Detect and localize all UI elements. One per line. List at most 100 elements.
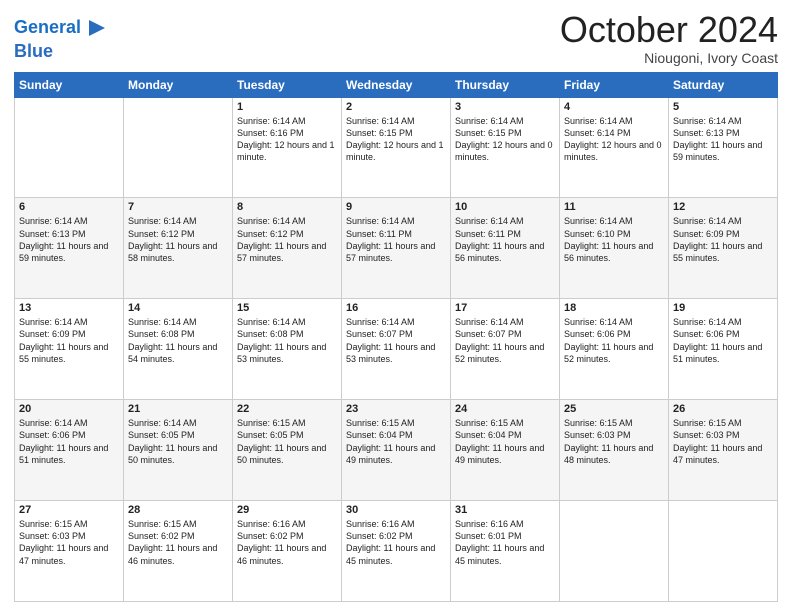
day-info: Sunrise: 6:16 AMSunset: 6:02 PMDaylight:… [237,518,337,567]
day-info: Sunrise: 6:15 AMSunset: 6:04 PMDaylight:… [346,417,446,466]
day-number: 17 [455,302,555,314]
day-info: Sunrise: 6:14 AMSunset: 6:11 PMDaylight:… [346,215,446,264]
day-number: 15 [237,302,337,314]
day-info: Sunrise: 6:14 AMSunset: 6:13 PMDaylight:… [673,115,773,164]
calendar-week-row: 13Sunrise: 6:14 AMSunset: 6:09 PMDayligh… [15,299,778,400]
day-number: 8 [237,201,337,213]
day-info: Sunrise: 6:14 AMSunset: 6:12 PMDaylight:… [237,215,337,264]
calendar-cell: 3 Sunrise: 6:14 AMSunset: 6:15 PMDaylight… [451,97,560,198]
calendar-cell: 25 Sunrise: 6:15 AMSunset: 6:03 PMDayligh… [560,400,669,501]
calendar-cell: 30 Sunrise: 6:16 AMSunset: 6:02 PMDayligh… [342,501,451,602]
day-number: 2 [346,101,446,113]
calendar-week-row: 27Sunrise: 6:15 AMSunset: 6:03 PMDayligh… [15,501,778,602]
calendar-cell: 13Sunrise: 6:14 AMSunset: 6:09 PMDayligh… [15,299,124,400]
calendar-cell: 8 Sunrise: 6:14 AMSunset: 6:12 PMDaylight… [233,198,342,299]
day-number: 1 [237,101,337,113]
day-number: 4 [564,101,664,113]
day-number: 26 [673,403,773,415]
day-info: Sunrise: 6:14 AMSunset: 6:11 PMDaylight:… [455,215,555,264]
calendar-cell: 11 Sunrise: 6:14 AMSunset: 6:10 PMDayligh… [560,198,669,299]
day-info: Sunrise: 6:14 AMSunset: 6:09 PMDaylight:… [19,316,119,365]
calendar-week-row: 6 Sunrise: 6:14 AMSunset: 6:13 PMDaylight… [15,198,778,299]
day-number: 10 [455,201,555,213]
day-number: 21 [128,403,228,415]
calendar-cell: 24 Sunrise: 6:15 AMSunset: 6:04 PMDayligh… [451,400,560,501]
day-number: 9 [346,201,446,213]
day-info: Sunrise: 6:16 AMSunset: 6:02 PMDaylight:… [346,518,446,567]
day-number: 3 [455,101,555,113]
calendar-cell [124,97,233,198]
calendar-cell: 10 Sunrise: 6:14 AMSunset: 6:11 PMDayligh… [451,198,560,299]
calendar-cell: 19 Sunrise: 6:14 AMSunset: 6:06 PMDayligh… [669,299,778,400]
day-info: Sunrise: 6:14 AMSunset: 6:15 PMDaylight:… [346,115,446,164]
calendar-cell: 29 Sunrise: 6:16 AMSunset: 6:02 PMDayligh… [233,501,342,602]
day-number: 12 [673,201,773,213]
day-number: 19 [673,302,773,314]
calendar-cell: 15 Sunrise: 6:14 AMSunset: 6:08 PMDayligh… [233,299,342,400]
day-info: Sunrise: 6:14 AMSunset: 6:14 PMDaylight:… [564,115,664,164]
month-title: October 2024 [560,10,778,50]
day-number: 16 [346,302,446,314]
day-number: 30 [346,504,446,516]
weekday-header: Wednesday [342,72,451,97]
logo-text: General [14,18,81,38]
day-number: 7 [128,201,228,213]
calendar-cell: 16Sunrise: 6:14 AMSunset: 6:07 PMDayligh… [342,299,451,400]
day-info: Sunrise: 6:15 AMSunset: 6:03 PMDaylight:… [564,417,664,466]
calendar-cell: 14Sunrise: 6:14 AMSunset: 6:08 PMDayligh… [124,299,233,400]
day-number: 6 [19,201,119,213]
calendar-cell: 2 Sunrise: 6:14 AMSunset: 6:15 PMDaylight… [342,97,451,198]
header: General Blue October 2024 Niougoni, Ivor… [14,10,778,66]
calendar-week-row: 20Sunrise: 6:14 AMSunset: 6:06 PMDayligh… [15,400,778,501]
calendar-cell: 20Sunrise: 6:14 AMSunset: 6:06 PMDayligh… [15,400,124,501]
day-number: 18 [564,302,664,314]
day-info: Sunrise: 6:14 AMSunset: 6:16 PMDaylight:… [237,115,337,164]
day-number: 11 [564,201,664,213]
day-number: 29 [237,504,337,516]
day-info: Sunrise: 6:14 AMSunset: 6:13 PMDaylight:… [19,215,119,264]
weekday-header: Sunday [15,72,124,97]
calendar-cell: 28Sunrise: 6:15 AMSunset: 6:02 PMDayligh… [124,501,233,602]
day-info: Sunrise: 6:15 AMSunset: 6:03 PMDaylight:… [19,518,119,567]
calendar-cell: 9 Sunrise: 6:14 AMSunset: 6:11 PMDaylight… [342,198,451,299]
page: General Blue October 2024 Niougoni, Ivor… [0,0,792,612]
calendar-cell: 12 Sunrise: 6:14 AMSunset: 6:09 PMDayligh… [669,198,778,299]
day-number: 5 [673,101,773,113]
day-info: Sunrise: 6:14 AMSunset: 6:08 PMDaylight:… [237,316,337,365]
calendar-cell: 17Sunrise: 6:14 AMSunset: 6:07 PMDayligh… [451,299,560,400]
day-info: Sunrise: 6:14 AMSunset: 6:12 PMDaylight:… [128,215,228,264]
calendar-cell: 31 Sunrise: 6:16 AMSunset: 6:01 PMDayligh… [451,501,560,602]
day-info: Sunrise: 6:14 AMSunset: 6:09 PMDaylight:… [673,215,773,264]
calendar-cell: 6 Sunrise: 6:14 AMSunset: 6:13 PMDaylight… [15,198,124,299]
calendar-cell: 18Sunrise: 6:14 AMSunset: 6:06 PMDayligh… [560,299,669,400]
day-number: 31 [455,504,555,516]
location: Niougoni, Ivory Coast [560,50,778,66]
day-info: Sunrise: 6:14 AMSunset: 6:15 PMDaylight:… [455,115,555,164]
logo-icon [83,14,111,42]
day-info: Sunrise: 6:16 AMSunset: 6:01 PMDaylight:… [455,518,555,567]
day-number: 22 [237,403,337,415]
day-number: 23 [346,403,446,415]
day-number: 20 [19,403,119,415]
weekday-header: Thursday [451,72,560,97]
day-number: 24 [455,403,555,415]
calendar-cell: 27Sunrise: 6:15 AMSunset: 6:03 PMDayligh… [15,501,124,602]
calendar-header-row: SundayMondayTuesdayWednesdayThursdayFrid… [15,72,778,97]
day-info: Sunrise: 6:15 AMSunset: 6:05 PMDaylight:… [237,417,337,466]
logo: General Blue [14,14,111,62]
day-number: 14 [128,302,228,314]
calendar-week-row: 1 Sunrise: 6:14 AMSunset: 6:16 PMDaylight… [15,97,778,198]
day-info: Sunrise: 6:15 AMSunset: 6:04 PMDaylight:… [455,417,555,466]
weekday-header: Monday [124,72,233,97]
weekday-header: Friday [560,72,669,97]
calendar-cell [560,501,669,602]
weekday-header: Saturday [669,72,778,97]
calendar-cell: 22 Sunrise: 6:15 AMSunset: 6:05 PMDayligh… [233,400,342,501]
calendar-cell [15,97,124,198]
calendar-cell [669,501,778,602]
day-number: 25 [564,403,664,415]
calendar-cell: 4 Sunrise: 6:14 AMSunset: 6:14 PMDaylight… [560,97,669,198]
day-info: Sunrise: 6:14 AMSunset: 6:10 PMDaylight:… [564,215,664,264]
day-info: Sunrise: 6:14 AMSunset: 6:06 PMDaylight:… [673,316,773,365]
calendar-cell: 1 Sunrise: 6:14 AMSunset: 6:16 PMDaylight… [233,97,342,198]
